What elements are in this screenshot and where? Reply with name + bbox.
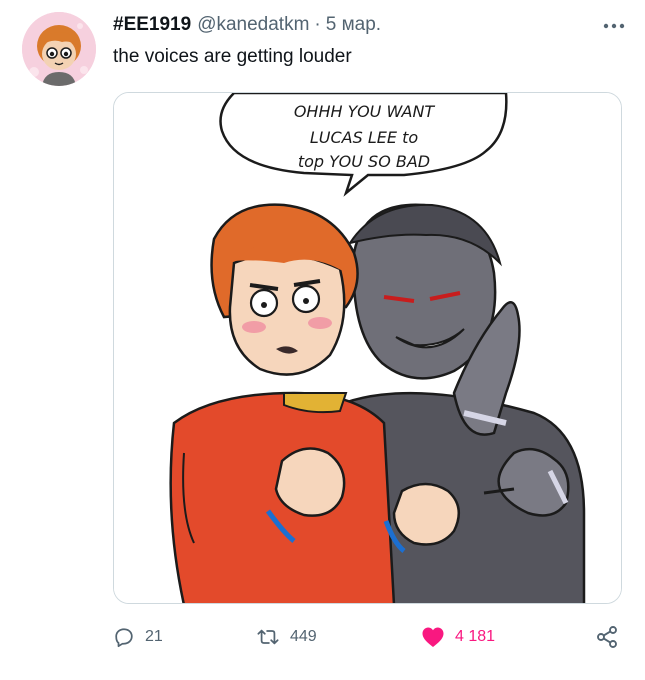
speech-line-1: OHHH YOU WANT [294, 102, 436, 121]
reply-icon [115, 628, 133, 648]
ellipsis-icon [603, 23, 625, 29]
avatar-illustration [22, 12, 96, 86]
header-separator: · [314, 14, 321, 35]
speech-line-2: LUCAS LEE to [310, 128, 418, 147]
like-button[interactable]: 4 181 [421, 620, 495, 654]
heart-icon [422, 627, 444, 647]
retweet-icon [257, 629, 279, 645]
display-name[interactable]: #EE1919 [113, 14, 191, 36]
share-button[interactable] [595, 620, 619, 654]
action-bar: 21 449 4 181 [113, 620, 625, 654]
comic-illustration: OHHH YOU WANT LUCAS LEE to top YOU SO BA… [114, 93, 621, 603]
user-handle[interactable]: @kanedatkm [197, 14, 309, 36]
tweet-text: the voices are getting louder [113, 46, 352, 67]
like-count: 4 181 [455, 628, 496, 645]
avatar[interactable] [22, 12, 96, 86]
tweet-date[interactable]: 5 мар. [326, 14, 381, 36]
tweet-media[interactable]: OHHH YOU WANT LUCAS LEE to top YOU SO BA… [113, 92, 622, 604]
retweet-button[interactable]: 449 [256, 620, 317, 654]
reply-count: 21 [145, 628, 163, 645]
more-options-button[interactable] [597, 14, 631, 38]
speech-line-3: top YOU SO BAD [298, 152, 430, 171]
reply-button[interactable]: 21 [113, 620, 163, 654]
retweet-count: 449 [290, 628, 317, 645]
tweet-header: #EE1919 @kanedatkm · 5 мар. [113, 12, 593, 38]
share-icon [597, 626, 617, 648]
